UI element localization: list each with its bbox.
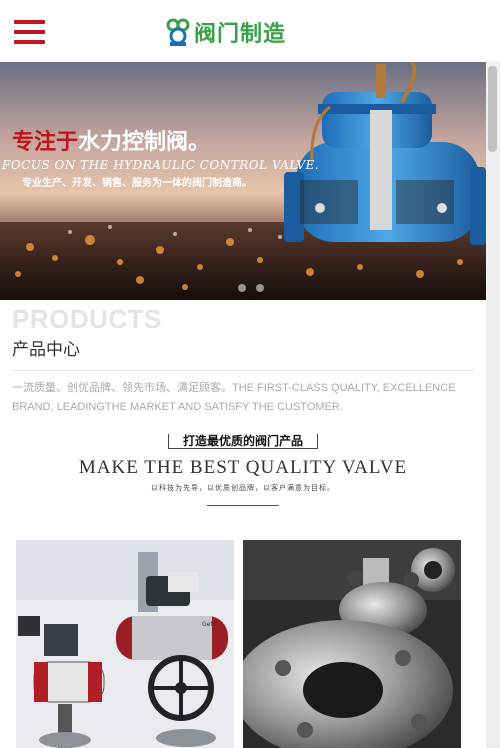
product-image-actuator-valve: Gefe: [16, 540, 234, 748]
quality-tagline-cn: 打造最优质的阀门产品: [167, 434, 318, 449]
products-description: 一流质量、创优品牌、领先市场、满足顾客。THE FIRST-CLASS QUAL…: [12, 382, 456, 413]
tagline-underline: [207, 505, 279, 506]
quality-tagline-en: MAKE THE BEST QUALITY VALVE: [78, 457, 408, 478]
banner-title-white: 水力控制阀。: [78, 129, 211, 155]
slide-dot-1[interactable]: [238, 284, 246, 292]
product-card-actuator-valve[interactable]: Gefe: [16, 540, 234, 748]
banner-english-title: FOCUS ON THE HYDRAULIC CONTROL VALVE.: [2, 158, 320, 172]
divider: [12, 370, 474, 371]
banner-title: 专注于水力控制阀。: [12, 124, 210, 156]
logo-text: 阀门制造: [194, 22, 287, 47]
products-section: PRODUCTS 产品中心 一流质量、创优品牌、领先市场、满足顾客。THE FI…: [12, 304, 474, 417]
slider-pagination: [238, 284, 264, 292]
slide-dot-2[interactable]: [256, 284, 264, 292]
site-logo[interactable]: 阀门制造: [166, 14, 286, 50]
svg-text:Gefe: Gefe: [202, 621, 216, 628]
valve-logo-icon: [166, 18, 190, 46]
scrollbar-thumb[interactable]: [488, 66, 497, 152]
scrollbar[interactable]: [486, 62, 500, 748]
header: 阀门制造: [0, 0, 486, 62]
hamburger-menu-icon[interactable]: [14, 20, 45, 44]
banner-subtitle: 专业生产、开发、销售、服务为一体的阀门制造商。: [22, 178, 252, 189]
product-image-ball-valve: [243, 540, 461, 748]
hero-banner[interactable]: 专注于水力控制阀。 FOCUS ON THE HYDRAULIC CONTROL…: [0, 62, 486, 300]
product-card-ball-valve[interactable]: [243, 540, 461, 748]
quality-banner: 打造最优质的阀门产品 MAKE THE BEST QUALITY VALVE 以…: [0, 430, 486, 506]
products-heading: 产品中心: [12, 340, 80, 360]
banner-title-red: 专注于: [12, 129, 79, 155]
quality-tagline-small: 以科技为先导，以优质创品牌，以客户满意为目标。: [151, 484, 335, 492]
products-english-heading: PRODUCTS: [12, 304, 162, 334]
